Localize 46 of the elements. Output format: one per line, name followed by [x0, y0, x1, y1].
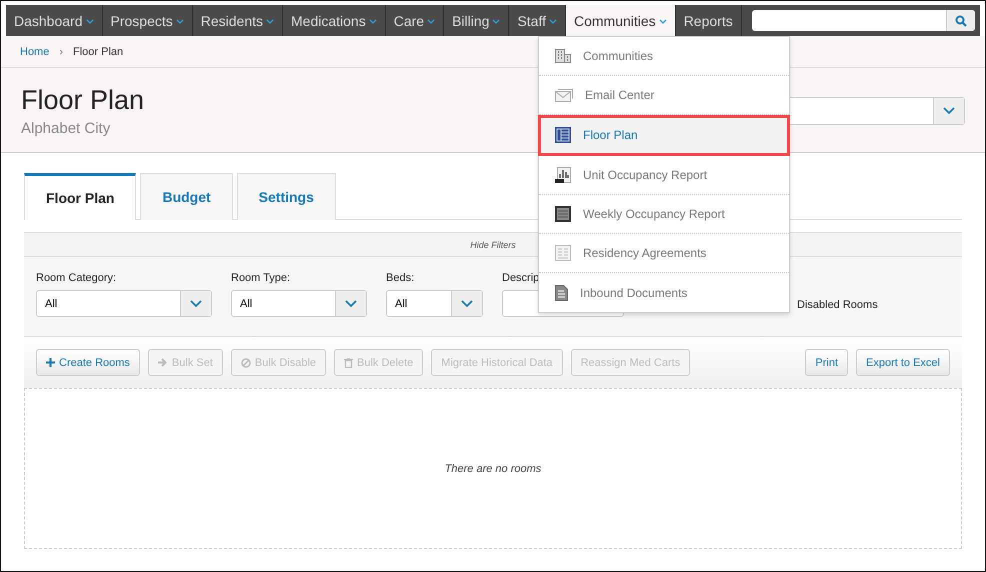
chart-report-icon	[555, 167, 571, 183]
chevron-icon	[943, 107, 955, 115]
search-field[interactable]	[752, 10, 975, 31]
tab[interactable]: Budget	[140, 173, 233, 220]
toolbar-button[interactable]: Export to Excel	[856, 349, 950, 376]
chevron-icon	[345, 300, 357, 308]
hide-filters-link[interactable]: Hide Filters	[470, 240, 516, 250]
arrow-icon	[158, 358, 168, 367]
page-title: Floor Plan	[21, 85, 144, 116]
filter-select[interactable]: All	[386, 290, 483, 317]
document-icon	[555, 284, 568, 300]
toolbar-button[interactable]: Create Rooms	[36, 349, 140, 376]
menu-item[interactable]: Residency Agreements	[539, 234, 789, 273]
tab[interactable]: Settings	[236, 173, 336, 220]
toolbar-button[interactable]: Print	[805, 349, 848, 376]
chevron-icon	[461, 300, 473, 308]
search-icon	[955, 14, 967, 26]
ban-icon	[240, 358, 251, 368]
menu-item[interactable]: Communities	[539, 37, 789, 76]
empty-message: There are no rooms	[444, 462, 542, 474]
menu-item[interactable]: Inbound Documents	[539, 273, 789, 312]
envelope-icon	[555, 88, 573, 102]
filter-select[interactable]: All	[36, 290, 212, 317]
menu-item[interactable]: Unit Occupancy Report	[539, 156, 789, 195]
page-subtitle: Alphabet City	[21, 120, 112, 137]
floorplan-icon	[555, 127, 571, 143]
chevron-icon	[190, 300, 202, 308]
breadcrumb-link[interactable]: Home	[20, 46, 50, 58]
menu-item[interactable]: Floor Plan	[539, 116, 789, 155]
breadcrumb-current: Floor Plan	[73, 46, 124, 58]
filter-select[interactable]: All	[231, 290, 367, 317]
ledger-icon	[555, 206, 571, 222]
filter-label: Beds:	[386, 272, 416, 284]
filter-label: Descrip	[502, 272, 540, 284]
checkbox-label: Disabled Rooms	[797, 299, 878, 311]
trash-icon	[344, 358, 354, 368]
nav-item[interactable]: Communities	[566, 5, 676, 36]
filter-label: Room Type:	[231, 272, 292, 284]
form-icon	[555, 245, 571, 261]
tab[interactable]: Floor Plan	[24, 173, 136, 220]
plus-icon	[46, 358, 55, 367]
search-button[interactable]	[946, 10, 975, 31]
building-icon	[555, 49, 571, 63]
filter-label: Room Category:	[36, 272, 118, 284]
breadcrumb-separator: ›	[59, 46, 64, 58]
menu-item[interactable]: Weekly Occupancy Report	[539, 195, 789, 234]
